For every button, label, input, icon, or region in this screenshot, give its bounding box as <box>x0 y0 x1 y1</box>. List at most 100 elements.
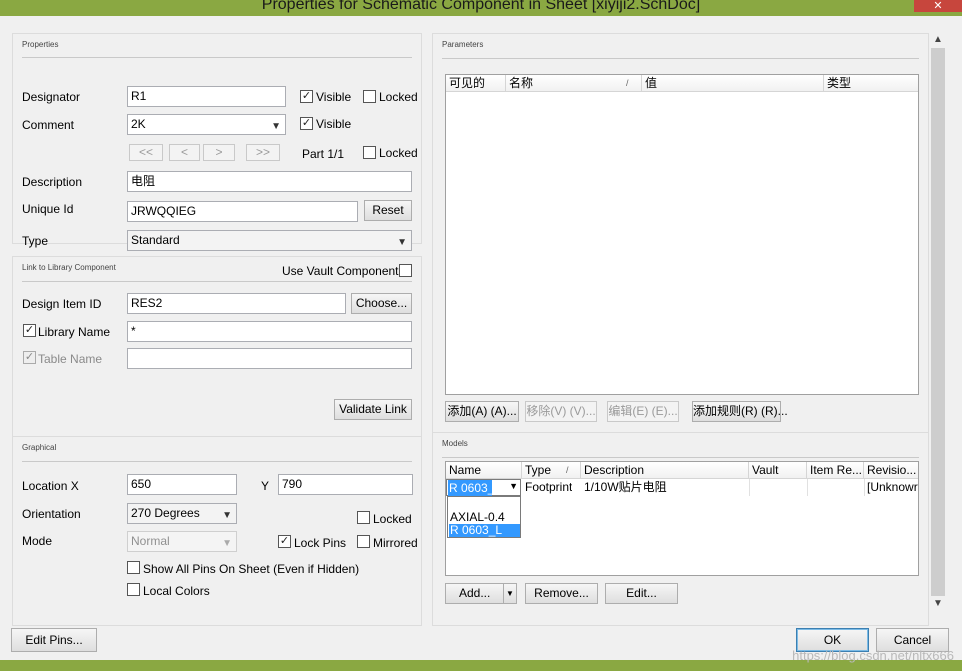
close-button[interactable]: ✕ <box>914 0 962 12</box>
parameters-table-header: 可见的 名称 / 值 类型 <box>446 75 918 92</box>
add-model-button[interactable]: Add... ▼ <box>445 583 517 604</box>
remove-parameter-button[interactable]: 移除(V) (V)... <box>525 401 597 422</box>
description-label: Description <box>22 175 83 189</box>
properties-group: Properties Designator R1 ✓ Visible Locke… <box>12 33 422 251</box>
column-header[interactable]: Name <box>446 462 522 479</box>
edit-pins-button[interactable]: Edit Pins... <box>11 628 97 652</box>
type-label: Type <box>22 234 49 248</box>
add-parameter-button[interactable]: 添加(A) (A)... <box>445 401 519 422</box>
dropdown-option[interactable]: AXIAL-0.4 <box>450 511 520 524</box>
remove-model-button[interactable]: Remove... <box>525 583 598 604</box>
comment-value: 2K <box>131 117 146 131</box>
local-colors-label: Local Colors <box>143 584 210 598</box>
type-combo[interactable]: Standard ▼ <box>127 230 412 251</box>
use-vault-checkbox[interactable] <box>399 264 412 277</box>
edit-model-button[interactable]: Edit... <box>605 583 678 604</box>
model-name-dropdown[interactable]: AXIAL-0.4 R 0603_L <box>447 496 521 538</box>
choose-button[interactable]: Choose... <box>351 293 412 314</box>
local-colors-checkbox[interactable] <box>127 583 140 596</box>
visible-label: Visible <box>316 117 352 131</box>
use-vault-label: Use Vault Component <box>282 264 399 278</box>
location-x-label: Location X <box>22 479 79 493</box>
divider <box>442 58 919 59</box>
last-part-button[interactable]: >> <box>246 144 280 161</box>
validate-link-button[interactable]: Validate Link <box>334 399 412 420</box>
dropdown-option-selected[interactable]: R 0603_L <box>449 524 520 537</box>
comment-visible-checkbox[interactable]: ✓ <box>300 117 313 130</box>
column-header[interactable]: 名称 / <box>506 75 642 92</box>
mode-value: Normal <box>131 534 170 548</box>
unique-id-label: Unique Id <box>22 202 74 216</box>
models-table-header: Name Type / Description Vault Item Re...… <box>446 462 918 479</box>
unique-id-input[interactable]: JRWQQIEG <box>127 201 358 222</box>
comment-label: Comment <box>22 118 75 132</box>
description-input[interactable]: 电阻 <box>127 171 412 192</box>
first-part-button[interactable]: << <box>129 144 163 161</box>
chevron-up-icon[interactable]: ▲ <box>929 32 947 48</box>
model-name-combo[interactable]: R 0603_L ▼ <box>446 479 521 496</box>
table-name-checkbox[interactable]: ✓ <box>23 351 36 364</box>
graphical-locked-checkbox[interactable] <box>357 511 370 524</box>
designator-visible-checkbox[interactable]: ✓ <box>300 90 313 103</box>
column-header[interactable]: Type / <box>522 462 581 479</box>
chevron-down-icon[interactable]: ▼ <box>929 596 947 612</box>
parameters-table[interactable]: 可见的 名称 / 值 类型 <box>445 74 919 395</box>
mode-combo[interactable]: Normal ▼ <box>127 531 237 552</box>
locked-label: Locked <box>379 90 418 104</box>
scroll-thumb[interactable] <box>931 48 945 596</box>
mode-label: Mode <box>22 534 53 548</box>
show-all-pins-label: Show All Pins On Sheet (Even if Hidden) <box>143 562 360 576</box>
edit-parameter-button[interactable]: 编辑(E) (E)... <box>607 401 679 422</box>
prev-part-button[interactable]: < <box>169 144 200 161</box>
column-header[interactable]: Description <box>581 462 749 479</box>
design-item-id-input[interactable]: RES2 <box>127 293 346 314</box>
lock-pins-label: Lock Pins <box>294 536 347 550</box>
orientation-label: Orientation <box>22 507 81 521</box>
divider <box>22 57 412 58</box>
column-header[interactable]: Vault <box>749 462 807 479</box>
model-description-cell: 1/10W贴片电阻 <box>584 480 667 494</box>
designator-input[interactable]: R1 <box>127 86 286 107</box>
model-name-value: R 0603_L <box>448 480 492 496</box>
chevron-down-icon: ▼ <box>271 121 281 132</box>
locked-label: Locked <box>373 512 412 526</box>
column-header[interactable]: Item Re... <box>807 462 864 479</box>
reset-button[interactable]: Reset <box>364 200 412 221</box>
divider <box>22 281 412 282</box>
cell-divider <box>807 479 808 496</box>
column-header[interactable]: 值 <box>642 75 824 92</box>
designator-locked-checkbox[interactable] <box>363 90 376 103</box>
table-name-label: Table Name <box>38 352 103 366</box>
location-x-input[interactable]: 650 <box>127 474 237 495</box>
location-y-input[interactable]: 790 <box>278 474 413 495</box>
lock-pins-checkbox[interactable]: ✓ <box>278 535 291 548</box>
orientation-combo[interactable]: 270 Degrees ▼ <box>127 503 237 524</box>
table-row[interactable]: R 0603_L ▼ Footprint 1/10W贴片电阻 [Unknowr <box>446 479 918 496</box>
watermark: https://blog.csdn.net/nltx666 <box>792 648 954 663</box>
orientation-value: 270 Degrees <box>131 506 200 520</box>
mirrored-checkbox[interactable] <box>357 535 370 548</box>
table-name-input[interactable] <box>127 348 412 369</box>
column-header[interactable]: Revisio... <box>864 462 918 479</box>
model-type-cell: Footprint <box>525 480 573 494</box>
library-name-input[interactable]: * <box>127 321 412 342</box>
properties-dialog: Properties Designator R1 ✓ Visible Locke… <box>0 16 962 662</box>
chevron-down-icon: ▼ <box>397 237 407 248</box>
locked-label: Locked <box>379 146 418 160</box>
divider <box>22 461 412 462</box>
show-all-pins-checkbox[interactable] <box>127 561 140 574</box>
chevron-down-icon[interactable]: ▼ <box>503 584 516 603</box>
column-header[interactable]: 类型 <box>824 75 918 92</box>
next-part-button[interactable]: > <box>203 144 235 161</box>
sort-indicator-icon: / <box>566 465 569 475</box>
part-locked-checkbox[interactable] <box>363 146 376 159</box>
add-rule-button[interactable]: 添加规则(R) (R)... <box>692 401 788 422</box>
vertical-scrollbar[interactable]: ▲ ▼ <box>929 32 947 612</box>
designator-label: Designator <box>22 90 81 104</box>
models-table[interactable]: Name Type / Description Vault Item Re...… <box>445 461 919 576</box>
comment-combo[interactable]: 2K ▼ <box>127 114 286 135</box>
divider <box>442 457 919 458</box>
cell-divider <box>864 479 865 496</box>
column-header[interactable]: 可见的 <box>446 75 506 92</box>
library-name-checkbox[interactable]: ✓ <box>23 324 36 337</box>
